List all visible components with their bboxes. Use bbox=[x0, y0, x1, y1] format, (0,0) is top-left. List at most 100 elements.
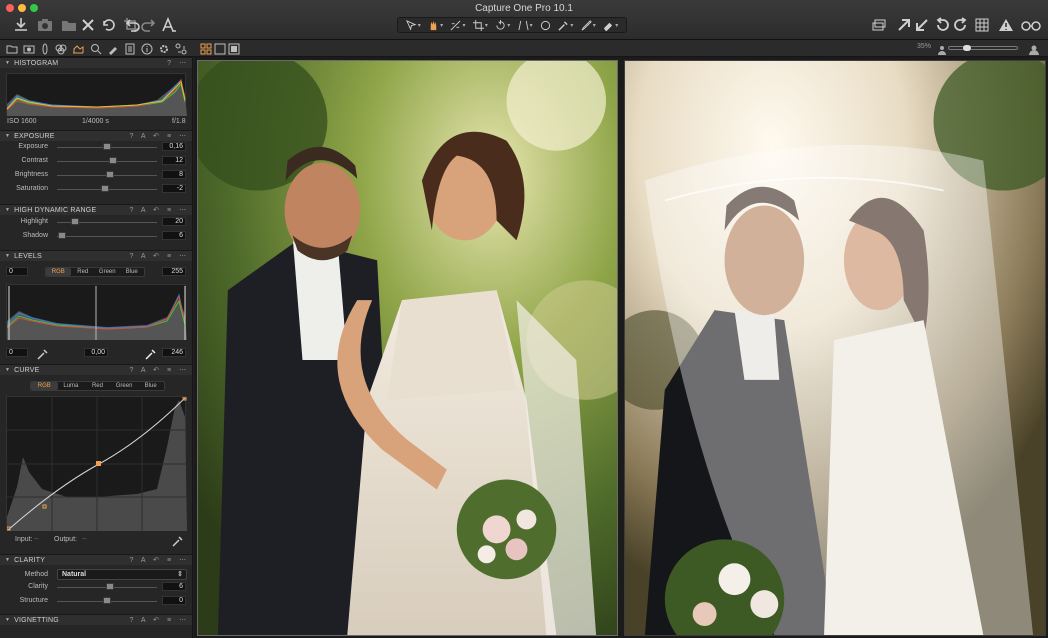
clarity-header[interactable]: ▼ CLARITY? A ↶ ≡ ⋯ bbox=[0, 554, 192, 565]
black-picker-icon[interactable] bbox=[37, 347, 49, 360]
text-style-icon[interactable] bbox=[160, 14, 178, 36]
shadow-value[interactable]: 6 bbox=[162, 231, 186, 240]
channel-green[interactable]: Green bbox=[95, 268, 120, 276]
levels-header[interactable]: ▼ LEVELS? A ↶ ≡ ⋯ bbox=[0, 250, 192, 261]
clarity-slider-knob[interactable] bbox=[106, 583, 114, 590]
zoom-slider-knob[interactable] bbox=[963, 45, 971, 51]
import-icon[interactable] bbox=[12, 14, 30, 36]
brush-icon[interactable]: ▾ bbox=[581, 19, 596, 31]
brightness-slider-knob[interactable] bbox=[106, 171, 114, 178]
white-picker-icon[interactable] bbox=[145, 347, 157, 360]
clarity-label: Clarity bbox=[28, 583, 48, 590]
channel-blue[interactable]: Blue bbox=[120, 268, 145, 276]
cursor-tools-group: ▾ ▾ ▾ ▾ ▾ ▾ ▾ ▾ ▾ bbox=[397, 17, 627, 33]
browser-view-icon[interactable] bbox=[228, 42, 240, 55]
saturation-value[interactable]: -2 bbox=[162, 184, 186, 193]
contrast-slider[interactable] bbox=[57, 161, 157, 162]
levels-output-low[interactable]: 0 bbox=[6, 348, 28, 357]
exposure-value[interactable]: 0,16 bbox=[162, 142, 186, 151]
pan-icon[interactable]: ▾ bbox=[428, 20, 443, 31]
hdr-header[interactable]: ▼ HIGH DYNAMIC RANGE? A ↶ ≡ ⋯ bbox=[0, 204, 192, 215]
curve-channel-luma[interactable]: Luma bbox=[58, 382, 85, 390]
vignetting-header[interactable]: ▼ VIGNETTING? A ↶ ≡ ⋯ bbox=[0, 614, 192, 625]
contrast-value[interactable]: 12 bbox=[162, 156, 186, 165]
image-viewer[interactable] bbox=[194, 57, 1048, 638]
rotate-icon[interactable]: ▾ bbox=[495, 19, 510, 31]
channel-rgb[interactable]: RGB bbox=[46, 268, 71, 276]
curve-channel-rgb[interactable]: RGB bbox=[31, 382, 58, 390]
metadata-icon[interactable] bbox=[124, 42, 136, 55]
warning-icon[interactable] bbox=[998, 14, 1014, 36]
histogram-header[interactable]: ▼ HISTOGRAM? ⋯ bbox=[0, 57, 192, 68]
levels-max-input[interactable]: 255 bbox=[162, 267, 186, 276]
curve-picker-icon[interactable] bbox=[172, 534, 184, 547]
info-icon[interactable] bbox=[141, 42, 153, 55]
single-view-icon[interactable] bbox=[214, 42, 226, 55]
curve-header[interactable]: ▼ CURVE? A ↶ ≡ ⋯ bbox=[0, 364, 192, 375]
rotate-left-icon[interactable] bbox=[934, 14, 950, 36]
shadow-slider-knob[interactable] bbox=[58, 232, 66, 239]
export-icon[interactable] bbox=[896, 14, 912, 36]
glasses-icon[interactable] bbox=[1020, 14, 1042, 36]
levels-output-high[interactable]: 246 bbox=[162, 348, 186, 357]
highlight-value[interactable]: 20 bbox=[162, 217, 186, 226]
redo-icon[interactable] bbox=[139, 14, 157, 36]
highlight-slider-knob[interactable] bbox=[71, 218, 79, 225]
rotate-right-icon[interactable] bbox=[953, 14, 969, 36]
section-tools-icon[interactable]: ? A ↶ ≡ ⋯ bbox=[129, 132, 189, 140]
straighten-icon[interactable]: ▾ bbox=[450, 20, 465, 31]
layers-icon[interactable] bbox=[870, 14, 888, 36]
lens-icon[interactable] bbox=[39, 42, 51, 55]
keystone-icon[interactable]: ▾ bbox=[518, 20, 533, 31]
grid-view-icon[interactable] bbox=[200, 42, 212, 55]
batch-icon[interactable] bbox=[175, 42, 187, 55]
levels-midpoint[interactable]: 0,00 bbox=[84, 348, 108, 357]
curve-channel-red[interactable]: Red bbox=[84, 382, 111, 390]
section-tools-icon[interactable]: ? A ↶ ≡ ⋯ bbox=[129, 366, 189, 374]
grid-icon[interactable] bbox=[974, 14, 990, 36]
circle-mask-icon[interactable] bbox=[540, 20, 551, 31]
undo-history-icon[interactable] bbox=[99, 14, 117, 36]
section-tools-icon[interactable]: ? A ↶ ≡ ⋯ bbox=[129, 556, 189, 564]
exposure-icon[interactable] bbox=[72, 42, 84, 54]
import-arrow-icon[interactable] bbox=[914, 14, 930, 36]
exposure-header[interactable]: ▼ EXPOSURE? A ↶ ≡ ⋯ bbox=[0, 130, 192, 141]
section-tools-icon[interactable]: ? ⋯ bbox=[167, 59, 189, 67]
contrast-slider-knob[interactable] bbox=[109, 157, 117, 164]
curve-channel-blue[interactable]: Blue bbox=[137, 382, 164, 390]
section-tools-icon[interactable]: ? A ↶ ≡ ⋯ bbox=[129, 616, 189, 624]
shadow-slider[interactable] bbox=[57, 236, 157, 237]
capture-one-window: Capture One Pro 10.1 ▾ ▾ ▾ ▾ ▾ ▾ ▾ ▾ ▾ 3… bbox=[0, 0, 1048, 638]
eraser-icon[interactable]: ▾ bbox=[603, 20, 618, 31]
section-tools-icon[interactable]: ? A ↶ ≡ ⋯ bbox=[129, 252, 189, 260]
library-icon[interactable] bbox=[6, 42, 18, 54]
curve-channel-selector[interactable]: RGB Luma Red Green Blue bbox=[30, 381, 165, 391]
exposure-slider-knob[interactable] bbox=[103, 143, 111, 150]
clarity-method-select[interactable]: Natural ⇕ bbox=[57, 569, 187, 580]
crop-tool-icon[interactable]: ▾ bbox=[472, 19, 488, 31]
brightness-value[interactable]: 8 bbox=[162, 170, 186, 179]
structure-slider-knob[interactable] bbox=[103, 597, 111, 604]
channel-red[interactable]: Red bbox=[71, 268, 96, 276]
local-adjust-icon[interactable] bbox=[107, 42, 119, 55]
levels-channel-selector[interactable]: RGB Red Green Blue bbox=[45, 267, 145, 277]
delete-icon[interactable] bbox=[80, 14, 96, 36]
capture-icon[interactable] bbox=[23, 42, 35, 54]
select-icon[interactable]: ▾ bbox=[405, 19, 421, 31]
zoom-slider[interactable] bbox=[948, 46, 1018, 50]
color-icon[interactable] bbox=[55, 42, 67, 55]
section-tools-icon[interactable]: ? A ↶ ≡ ⋯ bbox=[129, 206, 189, 214]
photo-couple-veil[interactable] bbox=[624, 60, 1046, 636]
curve-editor[interactable] bbox=[6, 396, 187, 531]
picker-icon[interactable]: ▾ bbox=[558, 20, 573, 31]
folder-icon[interactable] bbox=[60, 14, 78, 36]
structure-value[interactable]: 0 bbox=[162, 596, 186, 605]
levels-min-input[interactable]: 0 bbox=[6, 267, 28, 276]
camera-icon[interactable] bbox=[36, 14, 54, 36]
photo-couple-smiling[interactable] bbox=[197, 60, 618, 636]
clarity-value[interactable]: 6 bbox=[162, 582, 186, 591]
settings-icon[interactable] bbox=[158, 42, 170, 54]
details-icon[interactable] bbox=[90, 42, 102, 55]
curve-channel-green[interactable]: Green bbox=[111, 382, 138, 390]
saturation-slider-knob[interactable] bbox=[101, 185, 109, 192]
